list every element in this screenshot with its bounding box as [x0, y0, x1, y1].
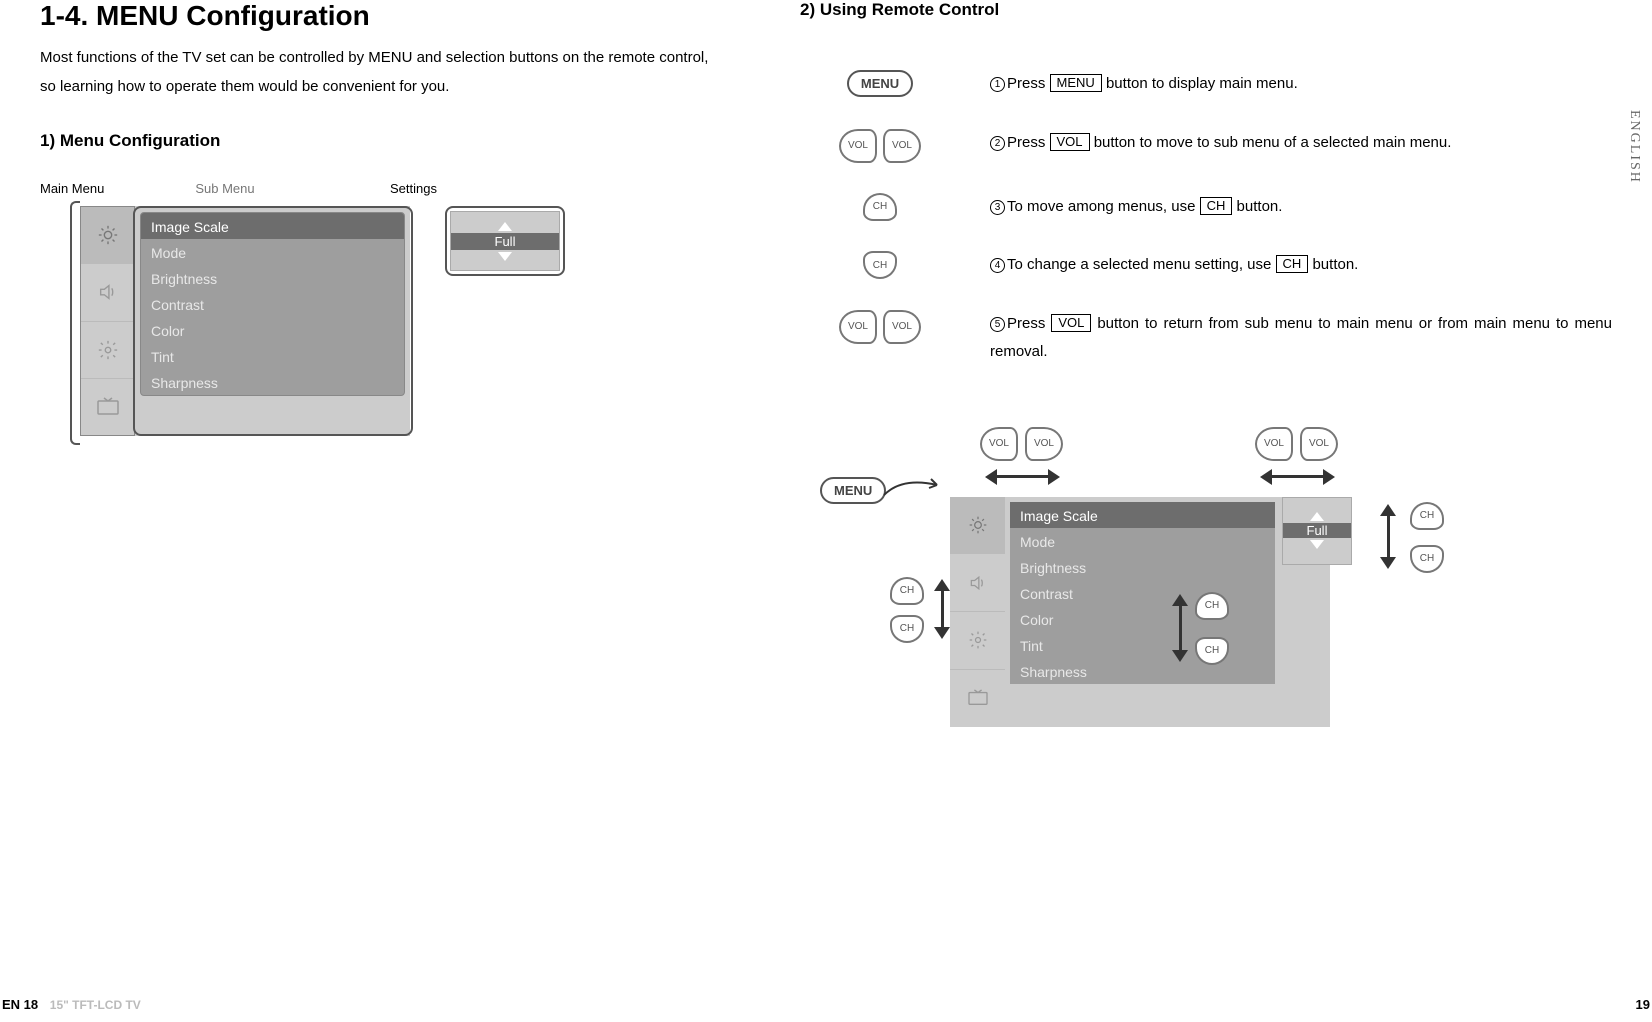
vol-key-label: VOL [1051, 314, 1091, 332]
ch-up-button-icon: CH [890, 577, 924, 605]
ch-down-button-icon: CH [1410, 545, 1444, 573]
ch-up-button-icon: CH [1410, 502, 1444, 530]
ch-down-button-icon: CH [863, 251, 897, 279]
ch-down-button-icon: CH [890, 615, 924, 643]
sub-item: Sharpness [1010, 658, 1275, 684]
brightness-icon [950, 497, 1005, 555]
menu-key-label: MENU [1050, 74, 1102, 92]
double-arrow-h-icon [985, 467, 1060, 487]
ch-up-button-icon: CH [863, 193, 897, 221]
sub-item: Brightness [141, 265, 404, 291]
sub-item: Contrast [1010, 580, 1275, 606]
brightness-icon [81, 207, 134, 264]
instruction-1: MENU 1Press MENU button to display main … [800, 70, 1612, 99]
double-arrow-v-icon [932, 579, 952, 639]
label-sub-menu: Sub Menu [115, 181, 335, 196]
chevron-up-icon [1310, 512, 1324, 521]
language-tab: ENGLISH [1626, 110, 1642, 184]
tv-icon [950, 670, 1005, 727]
vol-left-button-icon: VOL [980, 427, 1018, 461]
instruction-4: CH 4To change a selected menu setting, u… [800, 251, 1612, 280]
instruction-3: CH 3To move among menus, use CH button. [800, 193, 1612, 222]
sub-item: Sharpness [141, 369, 404, 395]
page-title: 1-4. MENU Configuration [40, 0, 720, 32]
vol-key-label: VOL [1050, 133, 1090, 151]
chevron-up-icon [498, 222, 512, 231]
label-settings: Settings [390, 181, 437, 196]
double-arrow-v-icon [1170, 594, 1190, 662]
step-number: 4 [990, 258, 1005, 273]
gear-icon [950, 612, 1005, 670]
ch-key-label: CH [1276, 255, 1309, 273]
vol-right-button-icon: VOL [883, 129, 921, 163]
tv-icon [81, 379, 134, 435]
sub-item: Tint [1010, 632, 1275, 658]
section-2-title: 2) Using Remote Control [800, 0, 1612, 20]
sub-item: Color [141, 317, 404, 343]
chevron-down-icon [1310, 540, 1324, 549]
curve-arrow-icon [882, 475, 952, 499]
settings-value: Full [1283, 523, 1351, 538]
step-number: 3 [990, 200, 1005, 215]
menu-button-icon: MENU [847, 70, 913, 97]
vol-left-button-icon: VOL [839, 129, 877, 163]
vol-right-button-icon: VOL [1025, 427, 1063, 461]
settings-panel: Full [445, 206, 565, 276]
sub-item: Image Scale [141, 213, 404, 239]
step-number: 5 [990, 317, 1005, 332]
page-number-left: EN 18 [2, 997, 38, 1012]
sub-item: Color [1010, 606, 1275, 632]
sub-item: Mode [1010, 528, 1275, 554]
vol-right-button-icon: VOL [1300, 427, 1338, 461]
sub-item: Image Scale [1010, 502, 1275, 528]
step-number: 2 [990, 136, 1005, 151]
speaker-icon [81, 264, 134, 321]
sub-item: Contrast [141, 291, 404, 317]
step-number: 1 [990, 77, 1005, 92]
page-footer: EN 18 15" TFT-LCD TV 19 [2, 997, 1650, 1012]
intro-text: Most functions of the TV set can be cont… [40, 44, 720, 101]
ch-key-label: CH [1200, 197, 1233, 215]
instruction-5: VOL VOL 5Press VOL button to return from… [800, 310, 1612, 367]
product-name: 15" TFT-LCD TV [50, 998, 141, 1012]
vol-left-button-icon: VOL [839, 310, 877, 344]
main-menu-column [80, 206, 135, 436]
double-arrow-h-icon [1260, 467, 1335, 487]
section-1-title: 1) Menu Configuration [40, 131, 720, 151]
settings-value: Full [451, 233, 559, 250]
page-number-right: 19 [1636, 997, 1650, 1012]
sub-item: Tint [141, 343, 404, 369]
chevron-down-icon [498, 252, 512, 261]
speaker-icon [950, 554, 1005, 612]
sub-menu-column: Image Scale Mode Brightness Contrast Col… [140, 212, 405, 396]
sub-item: Mode [141, 239, 404, 265]
menu-labels: Main Menu Sub Menu Settings [40, 181, 720, 196]
double-arrow-v-icon [1378, 504, 1398, 569]
sub-item: Brightness [1010, 554, 1275, 580]
gear-icon [81, 322, 134, 379]
vol-right-button-icon: VOL [883, 310, 921, 344]
remote-flow-diagram: Image Scale Mode Brightness Contrast Col… [820, 397, 1570, 777]
menu-button-icon: MENU [820, 477, 886, 504]
vol-left-button-icon: VOL [1255, 427, 1293, 461]
instruction-2: VOL VOL 2Press VOL button to move to sub… [800, 129, 1612, 163]
menu-diagram: Image Scale Mode Brightness Contrast Col… [40, 196, 600, 466]
